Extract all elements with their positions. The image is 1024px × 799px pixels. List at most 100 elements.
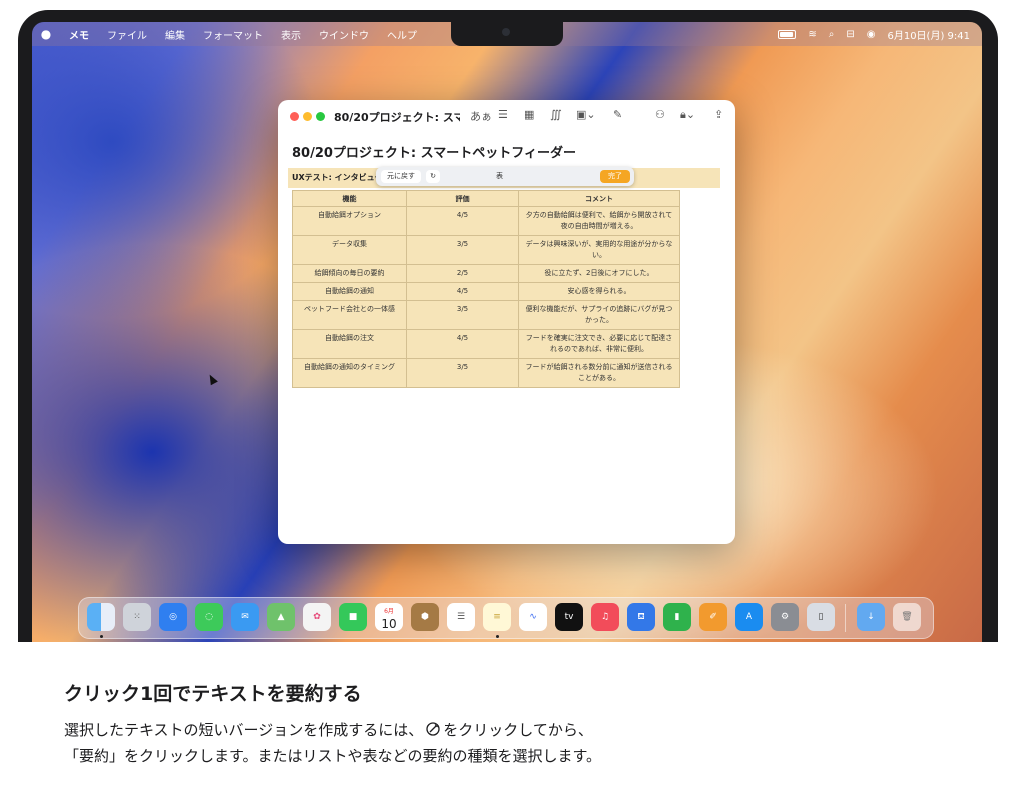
keynote-icon[interactable]: ⛾ (627, 603, 655, 631)
table-header-row: 機能 評価 コメント (292, 190, 680, 207)
caption-line1-after: をクリックしてから、 (443, 721, 593, 739)
rating-cell[interactable]: 4/5 (406, 329, 519, 359)
rating-cell[interactable]: 3/5 (406, 300, 519, 330)
calendar-day: 10 (381, 617, 397, 631)
table-header-feature: 機能 (292, 190, 407, 207)
running-indicator (100, 635, 103, 638)
checklist-icon[interactable]: ☰ (498, 108, 508, 121)
dock-divider (845, 604, 846, 632)
menu-edit[interactable]: 編集 (156, 27, 194, 42)
calendar-month: 6月 (384, 608, 394, 615)
done-button[interactable]: 完了 (600, 170, 630, 183)
desktop: ● メモ ファイル 編集 フォーマット 表示 ウインドウ ヘルプ ≋ ⌕ ⊟ ◉… (32, 22, 982, 642)
notes-window: 80/20プロジェクト: スマ... あぁ ☰ ▦ ∭ ▣⌄ ✎ ⚇ 🔒︎⌄ ⇪… (278, 100, 735, 544)
zoom-button[interactable] (316, 112, 325, 121)
system-settings-icon[interactable]: ⚙ (771, 603, 799, 631)
numbers-icon[interactable]: ▮ (663, 603, 691, 631)
comment-cell[interactable]: 安心感を得られる。 (518, 282, 680, 301)
table-row: データ収集 3/5 データは興味深いが、実用的な用途が分からない。 (292, 235, 680, 265)
comment-cell[interactable]: フードを確実に注文でき、必要に応じて配達されるのであれば、非常に便利。 (518, 329, 680, 359)
menu-view[interactable]: 表示 (272, 27, 310, 42)
battery-icon[interactable] (778, 29, 797, 39)
undo-button[interactable]: 元に戻す (381, 170, 421, 183)
comment-cell[interactable]: フードが給餌される数分前に通知が送信されることがある。 (518, 358, 680, 388)
share-icon[interactable]: ⇪ (714, 108, 723, 121)
rating-cell[interactable]: 2/5 (406, 264, 519, 283)
siri-icon[interactable]: ◉ (867, 29, 876, 40)
table-header-rating: 評価 (406, 190, 519, 207)
writing-tools-icon (426, 722, 440, 736)
trash-icon[interactable]: 🗑︎ (893, 603, 921, 631)
collaborate-icon[interactable]: ⚇ (655, 108, 665, 121)
table-header-comment: コメント (518, 190, 680, 207)
feature-cell[interactable]: ペットフード会社との一体感 (292, 300, 407, 330)
mail-icon[interactable]: ✉ (231, 603, 259, 631)
minimize-button[interactable] (303, 112, 312, 121)
comment-cell[interactable]: データは興味深いが、実用的な用途が分からない。 (518, 235, 680, 265)
launchpad-icon[interactable]: ⁙ (123, 603, 151, 631)
feature-cell[interactable]: データ収集 (292, 235, 407, 265)
calendar-icon[interactable]: 6月 10 (375, 603, 403, 631)
messages-icon[interactable]: ◌ (195, 603, 223, 631)
spotlight-search-icon[interactable]: ⌕ (829, 29, 835, 40)
menu-file[interactable]: ファイル (98, 27, 156, 42)
pages-icon[interactable]: ✐ (699, 603, 727, 631)
rating-cell[interactable]: 4/5 (406, 206, 519, 236)
media-icon[interactable]: ▣⌄ (576, 108, 596, 121)
comment-cell[interactable]: 便利な機能だが、サプライの追跡にバグが見つかった。 (518, 300, 680, 330)
dock: ⁙ ◎ ◌ ✉ ▲ ✿ ■ 6月 10 ⬢ ☰ ≡ ∿ tv ♫ ⛾ ▮ ✐ A… (78, 597, 934, 639)
facetime-icon[interactable]: ■ (339, 603, 367, 631)
rating-cell[interactable]: 3/5 (406, 235, 519, 265)
notes-icon[interactable]: ≡ (483, 603, 511, 631)
app-store-icon[interactable]: A (735, 603, 763, 631)
table-row: 給餌傾向の毎日の要約 2/5 役に立たず、2日後にオフにした。 (292, 264, 680, 283)
music-icon[interactable]: ♫ (591, 603, 619, 631)
table-row: 自動給餌の通知 4/5 安心感を得られる。 (292, 282, 680, 301)
menu-clock[interactable]: 6月10日(月) 9:41 (887, 27, 970, 42)
mouse-pointer (206, 372, 218, 386)
rating-cell[interactable]: 4/5 (406, 282, 519, 301)
menu-app-name[interactable]: メモ (60, 27, 98, 42)
maps-icon[interactable]: ▲ (267, 603, 295, 631)
wifi-icon[interactable]: ≋ (808, 29, 816, 40)
apple-menu-icon[interactable]: ● (32, 27, 60, 41)
section-label: UXテスト: インタビュー (292, 173, 383, 182)
tv-icon[interactable]: tv (555, 603, 583, 631)
menu-help[interactable]: ヘルプ (378, 27, 426, 42)
writing-tools-icon[interactable]: ✎ (613, 108, 622, 121)
comment-cell[interactable]: 夕方の自動給餌は便利で、給餌から開放されて夜の自由時間が増える。 (518, 206, 680, 236)
camera (502, 28, 510, 36)
table-row: 自動給餌の注文 4/5 フードを確実に注文でき、必要に応じて配達されるのであれば、非… (292, 329, 680, 359)
feature-cell[interactable]: 自動給餌の注文 (292, 329, 407, 359)
table-row: 自動給餌オプション 4/5 夕方の自動給餌は便利で、給餌から開放されて夜の自由時間が… (292, 206, 680, 236)
audio-waveform-icon[interactable]: ∭ (550, 108, 562, 121)
lock-icon[interactable]: 🔒︎⌄ (680, 108, 695, 122)
rating-cell[interactable]: 3/5 (406, 358, 519, 388)
close-button[interactable] (290, 112, 299, 121)
feature-cell[interactable]: 自動給餌の通知 (292, 282, 407, 301)
reminders-icon[interactable]: ☰ (447, 603, 475, 631)
freeform-icon[interactable]: ∿ (519, 603, 547, 631)
downloads-folder-icon[interactable]: ↓ (857, 603, 885, 631)
caption-line2: 「要約」をクリックします。またはリストや表などの要約の種類を選択します。 (64, 747, 602, 765)
photos-icon[interactable]: ✿ (303, 603, 331, 631)
finder-icon[interactable] (87, 603, 115, 631)
menu-window[interactable]: ウインドウ (310, 27, 378, 42)
control-center-icon[interactable]: ⊟ (846, 29, 854, 40)
iphone-mirroring-icon[interactable]: ▯ (807, 603, 835, 631)
keychain-icon[interactable]: ⬢ (411, 603, 439, 631)
text-format-button[interactable]: あぁ (470, 108, 492, 124)
table-icon[interactable]: ▦ (524, 108, 534, 121)
window-title: 80/20プロジェクト: スマ... (334, 111, 460, 124)
note-title: 80/20プロジェクト: スマートペットフィーダー (292, 146, 577, 161)
redo-icon[interactable]: ↻ (426, 170, 440, 183)
feature-cell[interactable]: 自動給餌の通知のタイミング (292, 358, 407, 388)
comment-cell[interactable]: 役に立たず、2日後にオフにした。 (518, 264, 680, 283)
table-row: 自動給餌の通知のタイミング 3/5 フードが給餌される数分前に通知が送信されることが… (292, 358, 680, 388)
feature-cell[interactable]: 給餌傾向の毎日の要約 (292, 264, 407, 283)
feature-cell[interactable]: 自動給餌オプション (292, 206, 407, 236)
menu-format[interactable]: フォーマット (194, 27, 272, 42)
safari-icon[interactable]: ◎ (159, 603, 187, 631)
running-indicator (496, 635, 499, 638)
table-row: ペットフード会社との一体感 3/5 便利な機能だが、サプライの追跡にバグが見つかった… (292, 300, 680, 330)
